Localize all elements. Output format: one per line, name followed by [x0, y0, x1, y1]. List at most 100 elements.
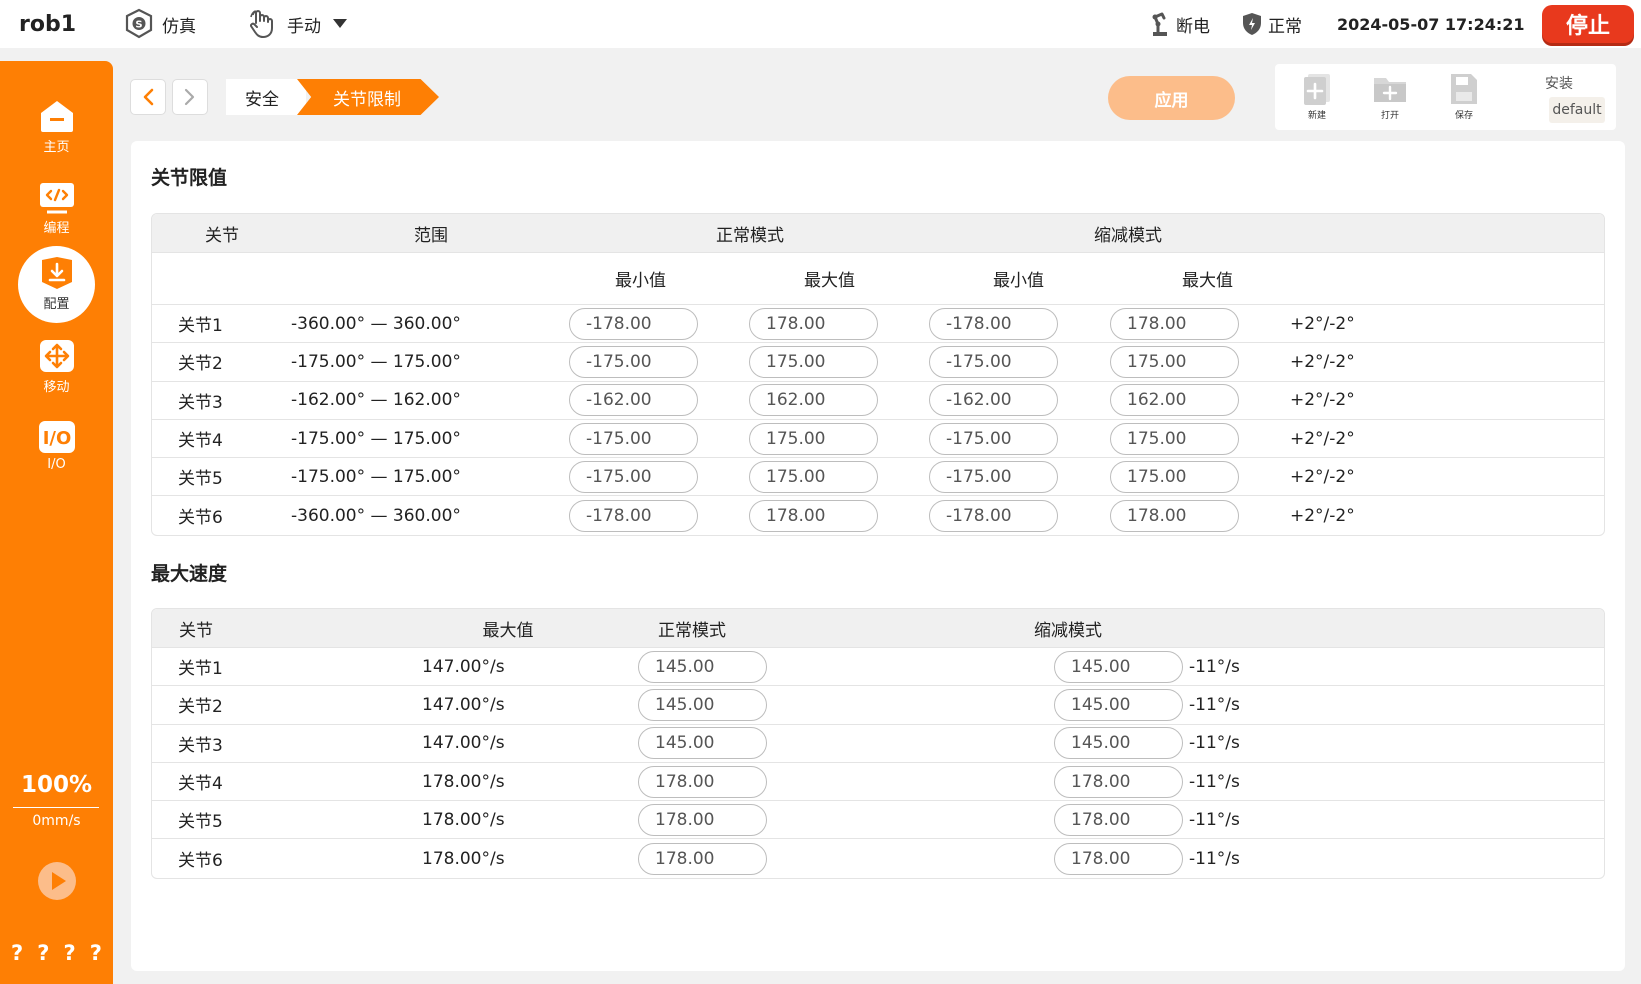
- speed-difference: -11°/s: [1189, 733, 1240, 754]
- stop-button[interactable]: 停止: [1542, 5, 1634, 43]
- new-button[interactable]: 新建: [1292, 72, 1342, 121]
- robot-name: rob1: [19, 11, 77, 37]
- normal-min-field[interactable]: -178.00: [569, 307, 698, 340]
- normal-max-field[interactable]: 178.00: [749, 307, 878, 340]
- header-normal-max: 最大值: [804, 271, 855, 291]
- sidebar: 主页 编程 配置 移动 I/O I/O 100% 0mm/s ? ? ? ?: [0, 61, 113, 984]
- joint-range: -175.00° — 175.00°: [291, 351, 461, 372]
- tolerance: +2°/-2°: [1290, 505, 1355, 526]
- move-icon: [39, 340, 74, 372]
- table-row: 关节6 178.00°/s 178.00 178.00 -11°/s: [152, 839, 1604, 877]
- help-mark[interactable]: ?: [37, 941, 49, 965]
- joint-name: 关节4: [178, 774, 223, 795]
- normal-speed-field[interactable]: 178.00: [638, 842, 767, 875]
- table-header-row: 关节 最大值 正常模式 缩减模式: [152, 609, 1604, 648]
- normal-max-field[interactable]: 178.00: [749, 499, 878, 532]
- help-mark[interactable]: ?: [11, 941, 23, 965]
- simulation-toggle[interactable]: S 仿真: [124, 0, 196, 48]
- normal-min-field[interactable]: -175.00: [569, 422, 698, 455]
- joint-name: 关节1: [178, 659, 223, 680]
- normal-min-field[interactable]: -175.00: [569, 460, 698, 493]
- datetime: 2024-05-07 17:24:21: [1337, 14, 1525, 34]
- header-range: 范围: [414, 225, 448, 246]
- normal-speed-field[interactable]: 145.00: [638, 650, 767, 683]
- reduced-max-field[interactable]: 175.00: [1110, 345, 1239, 378]
- tolerance: +2°/-2°: [1290, 428, 1355, 449]
- sidebar-item-programming[interactable]: 编程: [0, 169, 113, 249]
- install-label: 安装: [1545, 76, 1573, 92]
- reduced-min-field[interactable]: -178.00: [929, 307, 1058, 340]
- normal-max-field[interactable]: 162.00: [749, 384, 878, 417]
- normal-min-field[interactable]: -162.00: [569, 384, 698, 417]
- reduced-max-field[interactable]: 178.00: [1110, 307, 1239, 340]
- table-row: 关节4 -175.00° — 175.00° -175.00 175.00 -175.0…: [152, 420, 1604, 459]
- forward-button[interactable]: [172, 79, 208, 115]
- reduced-min-field[interactable]: -178.00: [929, 499, 1058, 532]
- mode-dropdown[interactable]: 手动: [247, 0, 347, 48]
- reduced-max-field[interactable]: 175.00: [1110, 460, 1239, 493]
- normal-speed-field[interactable]: 145.00: [638, 727, 767, 760]
- normal-max-field[interactable]: 175.00: [749, 345, 878, 378]
- normal-min-field[interactable]: -175.00: [569, 345, 698, 378]
- save-label: 保存: [1454, 111, 1473, 121]
- power-label: 断电: [1176, 16, 1210, 37]
- sidebar-item-io[interactable]: I/O I/O: [0, 406, 113, 486]
- normal-speed-field[interactable]: 178.00: [638, 765, 767, 798]
- normal-speed-field[interactable]: 178.00: [638, 803, 767, 836]
- reduced-min-field[interactable]: -162.00: [929, 384, 1058, 417]
- reduced-speed-field[interactable]: 145.00: [1054, 650, 1183, 683]
- speed-difference: -11°/s: [1189, 809, 1240, 830]
- reduced-speed-field[interactable]: 178.00: [1054, 842, 1183, 875]
- sidebar-item-move[interactable]: 移动: [0, 327, 113, 407]
- sidebar-item-home[interactable]: 主页: [0, 87, 113, 167]
- help-mark[interactable]: ?: [90, 941, 102, 965]
- help-mark[interactable]: ?: [64, 941, 76, 965]
- reduced-speed-field[interactable]: 145.00: [1054, 688, 1183, 721]
- chevron-down-icon: [333, 19, 347, 29]
- breadcrumb-item-safety[interactable]: 安全: [226, 79, 306, 115]
- play-button[interactable]: [37, 861, 77, 905]
- joint-range: -175.00° — 175.00°: [291, 466, 461, 487]
- apply-button[interactable]: 应用: [1108, 76, 1235, 120]
- reduced-max-field[interactable]: 162.00: [1110, 384, 1239, 417]
- table-row: 关节5 -175.00° — 175.00° -175.00 175.00 -175.0…: [152, 458, 1604, 497]
- top-bar: rob1 S 仿真 手动 断电 正常 2024-05-07 17:24:21 停…: [0, 0, 1641, 48]
- joint-max-speed: 147.00°/s: [422, 694, 505, 715]
- header-reduced-min: 最小值: [993, 271, 1044, 291]
- reduced-min-field[interactable]: -175.00: [929, 345, 1058, 378]
- simulation-label: 仿真: [162, 16, 196, 37]
- mode-label: 手动: [287, 16, 321, 37]
- normal-speed-field[interactable]: 145.00: [638, 688, 767, 721]
- table-row: 关节3 147.00°/s 145.00 145.00 -11°/s: [152, 725, 1604, 763]
- max-speed-table: 关节 最大值 正常模式 缩减模式 关节1 147.00°/s 145.00 145.0…: [151, 608, 1605, 879]
- reduced-speed-field[interactable]: 178.00: [1054, 765, 1183, 798]
- save-button[interactable]: 保存: [1439, 72, 1489, 121]
- table-row: 关节1 147.00°/s 145.00 145.00 -11°/s: [152, 648, 1604, 687]
- normal-max-field[interactable]: 175.00: [749, 460, 878, 493]
- joint-name: 关节6: [178, 508, 223, 529]
- reduced-min-field[interactable]: -175.00: [929, 422, 1058, 455]
- header-normal: 正常模式: [658, 620, 726, 641]
- reduced-min-field[interactable]: -175.00: [929, 460, 1058, 493]
- sidebar-item-label: I/O: [47, 457, 66, 472]
- speed-difference: -11°/s: [1189, 771, 1240, 792]
- header-reduced: 缩减模式: [1034, 620, 1102, 641]
- reduced-max-field[interactable]: 175.00: [1110, 422, 1239, 455]
- breadcrumb-item-joint-limits[interactable]: 关节限制: [297, 79, 439, 115]
- back-button[interactable]: [130, 79, 166, 115]
- sidebar-item-config[interactable]: 配置: [0, 244, 113, 324]
- play-icon: [38, 862, 76, 900]
- joint-name: 关节4: [178, 431, 223, 452]
- install-value[interactable]: default: [1549, 97, 1605, 123]
- open-button[interactable]: 打开: [1365, 72, 1415, 121]
- io-icon: I/O: [38, 421, 75, 453]
- reduced-speed-field[interactable]: 145.00: [1054, 727, 1183, 760]
- joint-range: -360.00° — 360.00°: [291, 505, 461, 526]
- joint-name: 关节1: [178, 316, 223, 337]
- normal-max-field[interactable]: 175.00: [749, 422, 878, 455]
- reduced-max-field[interactable]: 178.00: [1110, 499, 1239, 532]
- normal-min-field[interactable]: -178.00: [569, 499, 698, 532]
- safety-label: 正常: [1268, 16, 1302, 37]
- tolerance: +2°/-2°: [1290, 466, 1355, 487]
- reduced-speed-field[interactable]: 178.00: [1054, 803, 1183, 836]
